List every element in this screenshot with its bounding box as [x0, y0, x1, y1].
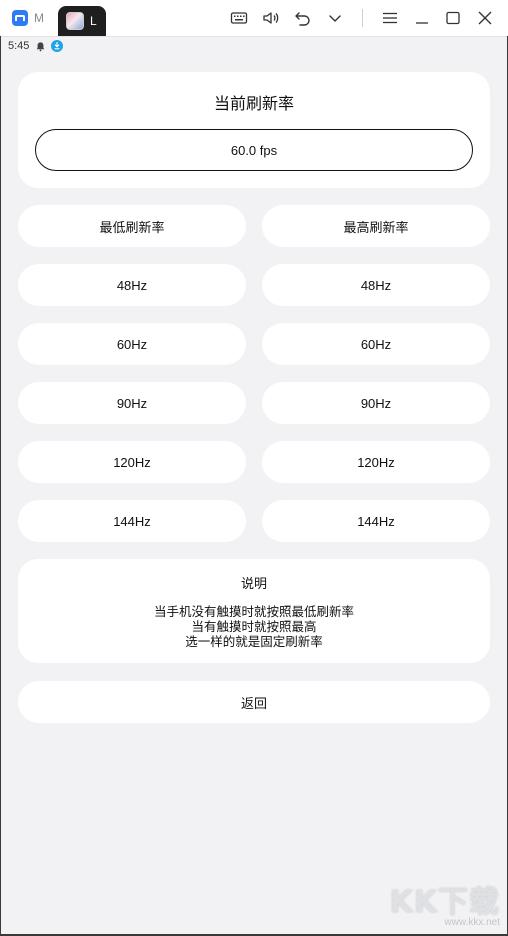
- description-card: 说明 当手机没有触摸时就按照最低刷新率 当有触摸时就按照最高 选一样的就是固定刷…: [18, 559, 490, 663]
- app-thumbnail-icon: [66, 12, 84, 30]
- status-time: 5:45: [8, 40, 30, 52]
- description-line: 当手机没有触摸时就按照最低刷新率: [153, 604, 354, 619]
- minimize-icon[interactable]: [412, 8, 432, 28]
- max-rate-48hz-button[interactable]: 48Hz: [262, 264, 490, 306]
- sync-badge-icon: [51, 40, 64, 52]
- status-bar: 5:45: [0, 36, 508, 56]
- emulator-tab-1-label: M: [34, 11, 44, 25]
- min-rate-48hz-button[interactable]: 48Hz: [18, 264, 246, 306]
- max-rate-144hz-button[interactable]: 144Hz: [262, 500, 490, 542]
- current-rate-title: 当前刷新率: [213, 94, 294, 113]
- max-rate-120hz-button[interactable]: 120Hz: [262, 441, 490, 483]
- min-rate-header: 最低刷新率: [18, 205, 246, 247]
- emulator-tab-2-label: L: [90, 14, 97, 28]
- min-rate-90hz-button[interactable]: 90Hz: [18, 382, 246, 424]
- volume-icon[interactable]: [261, 8, 281, 28]
- maximize-icon[interactable]: [443, 8, 463, 28]
- current-fps-display: 60.0 fps: [35, 129, 473, 171]
- close-icon[interactable]: [475, 8, 495, 28]
- emulator-tab-2-active[interactable]: L: [58, 6, 106, 36]
- max-rate-90hz-button[interactable]: 90Hz: [262, 382, 490, 424]
- keyboard-icon[interactable]: [229, 8, 249, 28]
- max-rate-header: 最高刷新率: [262, 205, 490, 247]
- undo-icon[interactable]: [293, 8, 313, 28]
- description-text: 当手机没有触摸时就按照最低刷新率 当有触摸时就按照最高 选一样的就是固定刷新率: [18, 604, 490, 649]
- toolbar-divider: [362, 9, 363, 27]
- watermark-logo-text: KK下载: [389, 885, 500, 920]
- emulator-title-bar: M L: [0, 0, 508, 37]
- app-logo-icon: [12, 10, 28, 26]
- chevron-down-icon[interactable]: [325, 8, 345, 28]
- menu-icon[interactable]: [380, 8, 400, 28]
- description-title: 说明: [240, 577, 267, 592]
- max-rate-60hz-button[interactable]: 60Hz: [262, 323, 490, 365]
- min-rate-60hz-button[interactable]: 60Hz: [18, 323, 246, 365]
- site-watermark: KK下载 www.kkx.net: [390, 877, 501, 928]
- min-rate-144hz-button[interactable]: 144Hz: [18, 500, 246, 542]
- back-button[interactable]: 返回: [18, 681, 490, 723]
- description-line: 当有触摸时就按照最高: [191, 619, 317, 634]
- emulator-tab-1[interactable]: M: [12, 4, 58, 32]
- min-rate-120hz-button[interactable]: 120Hz: [18, 441, 246, 483]
- window-left-edge: [0, 36, 1, 936]
- description-line: 选一样的就是固定刷新率: [185, 634, 323, 649]
- notification-bell-icon: [34, 40, 46, 52]
